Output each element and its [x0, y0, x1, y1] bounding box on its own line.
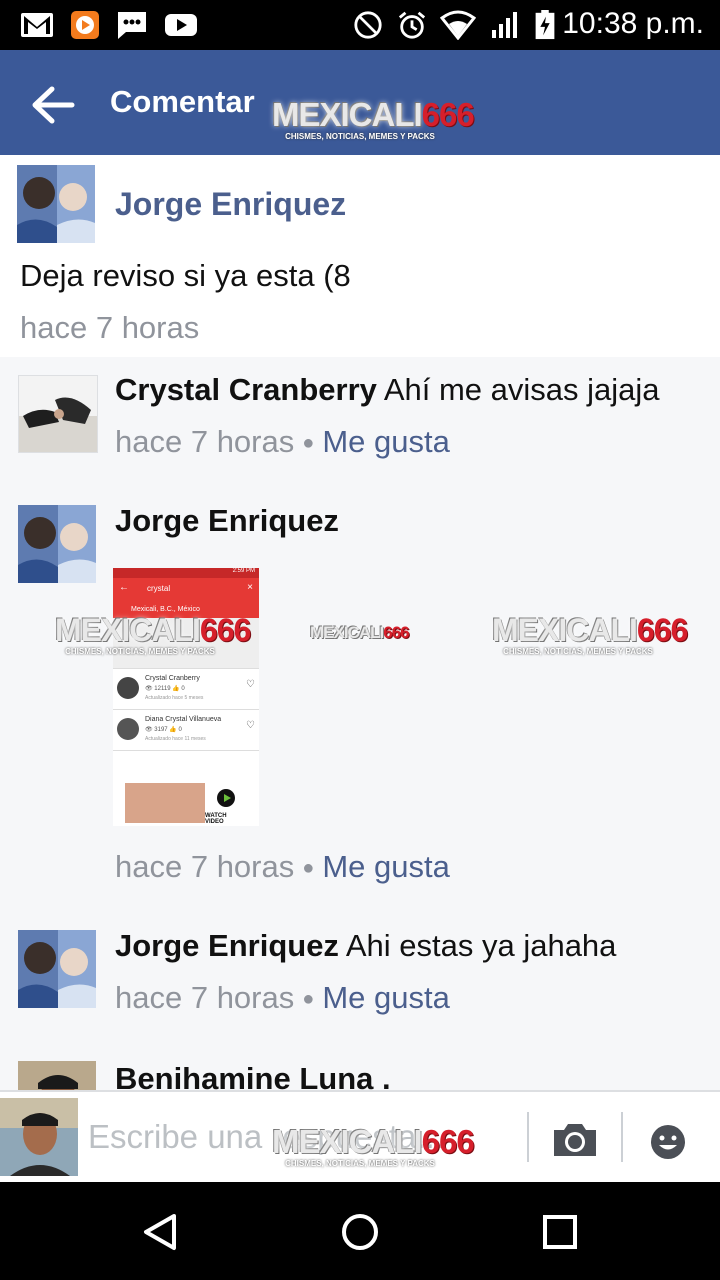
play-music-icon	[71, 11, 99, 39]
alarm-icon	[398, 11, 426, 39]
like-button[interactable]: Me gusta	[322, 980, 450, 1015]
comment-author[interactable]: Jorge Enriquez	[115, 503, 339, 538]
like-button[interactable]: Me gusta	[322, 424, 450, 459]
page-title: Comentar	[110, 84, 255, 119]
post-text: Deja reviso si ya esta (8	[20, 258, 351, 293]
attachment-result-row: Diana Crystal Villanueva 👁 3197 👍 0 Actu…	[113, 710, 259, 751]
status-bar: 10:38 p.m.	[0, 0, 720, 50]
post-timestamp: hace 7 horas	[20, 310, 200, 345]
camera-icon[interactable]	[550, 1120, 600, 1160]
comment-text: Jorge Enriquez Ahi estas ya jahaha	[115, 928, 617, 963]
post-author[interactable]: Jorge Enriquez	[115, 186, 346, 223]
attachment-video-thumb: WATCH VIDEO	[125, 783, 245, 825]
recents-nav-icon[interactable]	[542, 1214, 578, 1250]
system-nav-bar	[0, 1182, 720, 1280]
comment-author[interactable]: Crystal Cranberry	[115, 372, 377, 407]
avatar[interactable]	[17, 165, 95, 243]
attachment-search-bar: ← crystal ×	[113, 578, 259, 600]
comment-meta: hace 7 horas ● Me gusta	[115, 980, 450, 1016]
comment-attachment-image[interactable]: 2:59 PM ← crystal × Mexicali, B.C., Méxi…	[113, 568, 259, 826]
separator-dot: ●	[302, 857, 315, 880]
comment-text: Jorge Enriquez	[115, 503, 339, 539]
do-not-disturb-icon	[354, 11, 382, 39]
comment-text: Crystal Cranberry Ahí me avisas jajaja	[115, 372, 660, 407]
divider	[527, 1112, 529, 1162]
comment-meta: hace 7 horas ● Me gusta	[115, 849, 450, 885]
separator-dot: ●	[302, 432, 315, 455]
clock: 10:38 p.m.	[562, 7, 704, 40]
like-button[interactable]: Me gusta	[322, 849, 450, 884]
back-nav-icon[interactable]	[140, 1212, 180, 1252]
avatar[interactable]	[18, 375, 98, 453]
divider	[621, 1112, 623, 1162]
back-arrow-icon[interactable]	[30, 85, 76, 125]
gmail-icon	[21, 13, 53, 37]
youtube-icon	[165, 14, 197, 36]
battery-icon	[535, 10, 555, 40]
current-user-avatar	[0, 1098, 78, 1176]
comment-author[interactable]: Benihamine Luna .	[115, 1061, 391, 1090]
comment-timestamp: hace 7 horas	[115, 849, 295, 884]
comment-meta: hace 7 horas ● Me gusta	[115, 424, 450, 460]
attachment-status-bar: 2:59 PM	[113, 568, 259, 578]
comment-author[interactable]: Jorge Enriquez	[115, 928, 339, 963]
separator-dot: ●	[302, 988, 315, 1011]
watermark-logo: MEXICALI666 CHISMES, NOTICIAS, MEMES Y P…	[55, 612, 251, 657]
home-nav-icon[interactable]	[340, 1212, 380, 1252]
signal-icon	[492, 12, 517, 38]
watermark-logo: MEXICALI666 CHISMES, NOTICIAS, MEMES Y P…	[492, 612, 688, 657]
watermark-logo: MEXICALI666 CHISMES, NOTICIAS, MEMES Y P…	[272, 96, 475, 142]
comment-partial: Benihamine Luna .	[0, 1055, 720, 1090]
avatar[interactable]	[18, 930, 96, 1008]
wifi-icon	[440, 10, 476, 40]
comment-timestamp: hace 7 horas	[115, 424, 295, 459]
comment-text: Benihamine Luna .	[115, 1061, 391, 1090]
avatar[interactable]	[18, 505, 96, 583]
emoji-icon[interactable]	[650, 1124, 686, 1160]
watermark-logo: MEXICALI666	[310, 623, 410, 642]
messages-icon	[118, 12, 146, 39]
comment-timestamp: hace 7 horas	[115, 980, 295, 1015]
watermark-logo: MEXICALI666 CHISMES, NOTICIAS, MEMES Y P…	[272, 1123, 475, 1169]
avatar[interactable]	[18, 1061, 96, 1090]
attachment-result-row: Crystal Cranberry 👁 12119 👍 0 Actualizad…	[113, 669, 259, 710]
